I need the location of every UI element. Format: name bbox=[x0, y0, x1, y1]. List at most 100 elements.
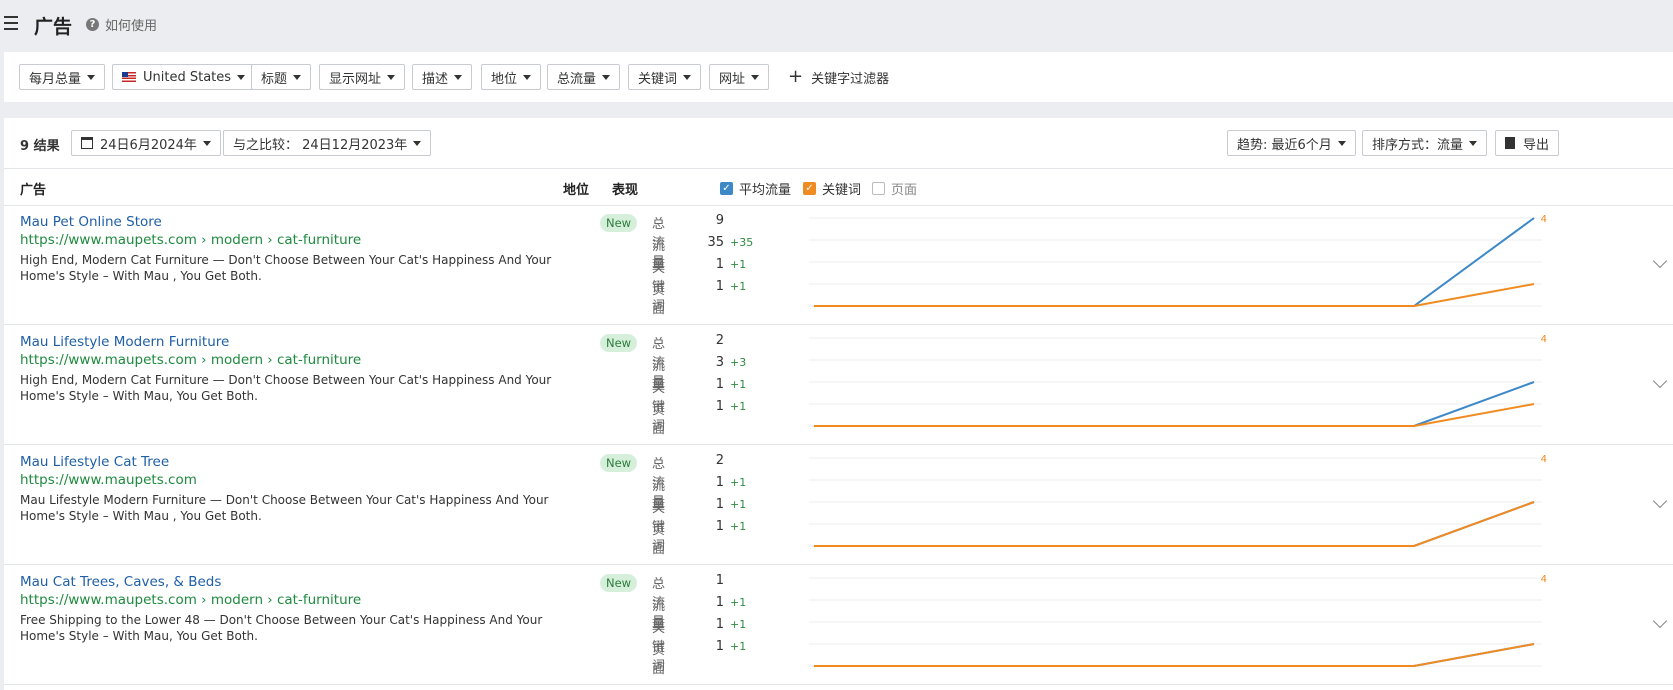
metric-traffic-value: 1 bbox=[715, 475, 724, 490]
filter-bar: 每月总量 United States 标题 显示网址 描述 地位 总流量 关键词… bbox=[4, 52, 1673, 102]
total-traffic-label: 总流量 bbox=[557, 71, 597, 87]
display-url-label: 显示网址 bbox=[329, 71, 382, 87]
new-badge: New bbox=[600, 574, 638, 592]
url-label: 网址 bbox=[719, 71, 746, 87]
add-keyword-filter-button[interactable]: + 关键字过滤器 bbox=[788, 64, 889, 90]
ad-title-link[interactable]: Mau Lifestyle Modern Furniture bbox=[20, 334, 229, 350]
title-filter[interactable]: 标题 bbox=[251, 64, 312, 90]
left-axis-max-label: 12 bbox=[784, 214, 785, 225]
metric-keywords-value: 1 bbox=[715, 617, 724, 632]
position-filter[interactable]: 地位 bbox=[481, 64, 542, 90]
metric-pages-label: 页面 bbox=[652, 643, 666, 677]
legend-avg-traffic[interactable]: ✓ 平均流量 bbox=[720, 179, 791, 198]
right-axis-max-label: 4 bbox=[1541, 574, 1547, 585]
metric-traffic-value: 3 bbox=[715, 355, 724, 370]
table-row[interactable]: Mau Lifestyle Modern Furniture https://w… bbox=[4, 324, 1673, 445]
us-flag-icon bbox=[122, 72, 136, 82]
table-row[interactable]: Mau Pet Online Store https://www.maupets… bbox=[4, 204, 1673, 325]
display-url-filter[interactable]: 显示网址 bbox=[319, 64, 406, 90]
chevron-down-icon[interactable] bbox=[1652, 613, 1668, 629]
menu-icon[interactable] bbox=[4, 16, 18, 30]
date-picker[interactable]: 24日6月2024年 bbox=[71, 130, 221, 156]
caret-down-icon bbox=[202, 140, 211, 146]
monthly-volume-filter[interactable]: 每月总量 bbox=[19, 64, 106, 90]
metric-keywords-delta: +1 bbox=[730, 498, 747, 511]
compare-date-picker[interactable]: 与之比较： 24日12月2023年 bbox=[223, 130, 432, 156]
trend-chart: 44 bbox=[784, 326, 1644, 442]
metric-pages-value: 1 bbox=[715, 399, 724, 414]
keywords-line bbox=[814, 283, 1535, 307]
metric-keywords-value: 1 bbox=[715, 257, 724, 272]
table-header: 广告 地位 表现 ✓ 平均流量 ✓ 关键词 页面 bbox=[4, 168, 1673, 206]
page-title: 广告 bbox=[34, 16, 73, 38]
caret-down-icon bbox=[237, 74, 246, 80]
caret-down-icon bbox=[751, 74, 760, 80]
metric-pages-value: 1 bbox=[715, 279, 724, 294]
legend-keywords[interactable]: ✓ 关键词 bbox=[803, 179, 861, 198]
caret-down-icon bbox=[1469, 140, 1478, 146]
total-traffic-filter[interactable]: 总流量 bbox=[547, 64, 621, 90]
chevron-down-icon[interactable] bbox=[1652, 493, 1668, 509]
metric-keywords-value: 1 bbox=[715, 497, 724, 512]
metric-traffic-delta: +1 bbox=[730, 476, 747, 489]
metric-pages-delta: +1 bbox=[730, 520, 747, 533]
metric-keywords-delta: +1 bbox=[730, 618, 747, 631]
legend-pages[interactable]: 页面 bbox=[872, 179, 917, 198]
trend-label: 趋势: 最近6个月 bbox=[1237, 137, 1332, 153]
checkbox-checked-icon[interactable]: ✓ bbox=[803, 182, 816, 195]
legend-avg-traffic-label: 平均流量 bbox=[739, 183, 792, 198]
description-label: 描述 bbox=[422, 71, 449, 87]
new-badge: New bbox=[600, 334, 638, 352]
url-filter[interactable]: 网址 bbox=[709, 64, 770, 90]
ad-url-link[interactable]: https://www.maupets.com › modern › cat-f… bbox=[20, 232, 361, 248]
metric-pages-label: 页面 bbox=[652, 403, 666, 437]
keywords-line bbox=[814, 403, 1535, 427]
metric-pages-label: 页面 bbox=[652, 523, 666, 557]
column-performance: 表现 bbox=[612, 183, 639, 198]
caret-down-icon bbox=[387, 74, 396, 80]
description-filter[interactable]: 描述 bbox=[412, 64, 473, 90]
caret-down-icon bbox=[602, 74, 611, 80]
ad-url-link[interactable]: https://www.maupets.com › modern › cat-f… bbox=[20, 352, 361, 368]
checkbox-checked-icon[interactable]: ✓ bbox=[720, 182, 733, 195]
metric-traffic-delta: +1 bbox=[730, 596, 747, 609]
ad-url-link[interactable]: https://www.maupets.com bbox=[20, 472, 197, 488]
right-axis-max-label: 4 bbox=[1541, 454, 1547, 465]
ad-title-link[interactable]: Mau Cat Trees, Caves, & Beds bbox=[20, 574, 221, 590]
chevron-down-icon[interactable] bbox=[1652, 373, 1668, 389]
ad-url-link[interactable]: https://www.maupets.com › modern › cat-f… bbox=[20, 592, 361, 608]
legend-keywords-label: 关键词 bbox=[822, 183, 862, 198]
calendar-icon bbox=[81, 137, 93, 149]
trend-dropdown[interactable]: 趋势: 最近6个月 bbox=[1227, 130, 1356, 156]
checkbox-unchecked-icon[interactable] bbox=[872, 182, 885, 195]
metric-pages-value: 1 bbox=[715, 639, 724, 654]
sort-dropdown[interactable]: 排序方式：流量 bbox=[1362, 130, 1488, 156]
position-label: 地位 bbox=[491, 71, 518, 87]
country-filter[interactable]: United States bbox=[112, 64, 256, 90]
table-row[interactable]: Mau Cat Trees, Caves, & Beds https://www… bbox=[4, 564, 1673, 685]
results-panel: 9 结果 24日6月2024年 与之比较： 24日12月2023年 趋势: 最近… bbox=[4, 118, 1673, 690]
results-count: 9 结果 bbox=[20, 139, 60, 154]
chevron-down-icon[interactable] bbox=[1652, 253, 1668, 269]
help-link[interactable]: ? 如何使用 bbox=[86, 15, 157, 34]
download-icon bbox=[1505, 137, 1515, 149]
metric-keywords-value: 1 bbox=[715, 377, 724, 392]
date-label: 24日6月2024年 bbox=[100, 137, 197, 153]
ad-title-link[interactable]: Mau Pet Online Store bbox=[20, 214, 162, 230]
metric-total-value: 9 bbox=[715, 213, 724, 228]
keywords-filter[interactable]: 关键词 bbox=[628, 64, 702, 90]
right-axis-max-label: 4 bbox=[1541, 214, 1547, 225]
export-label: 导出 bbox=[1523, 137, 1550, 153]
compare-label: 与之比较： 24日12月2023年 bbox=[233, 137, 408, 153]
metric-pages-delta: +1 bbox=[730, 400, 747, 413]
ad-description: High End, Modern Cat Furniture — Don't C… bbox=[20, 373, 552, 403]
ad-description: High End, Modern Cat Furniture — Don't C… bbox=[20, 253, 552, 283]
export-button[interactable]: 导出 bbox=[1495, 130, 1560, 156]
metric-total-value: 1 bbox=[715, 573, 724, 588]
ad-title-link[interactable]: Mau Lifestyle Cat Tree bbox=[20, 454, 169, 470]
title-filter-label: 标题 bbox=[261, 71, 288, 87]
table-row[interactable]: Mau Lifestyle Cat Tree https://www.maupe… bbox=[4, 444, 1673, 565]
new-badge: New bbox=[600, 214, 638, 232]
trend-chart-svg: 44 bbox=[809, 574, 1547, 667]
right-axis-max-label: 4 bbox=[1541, 334, 1547, 345]
